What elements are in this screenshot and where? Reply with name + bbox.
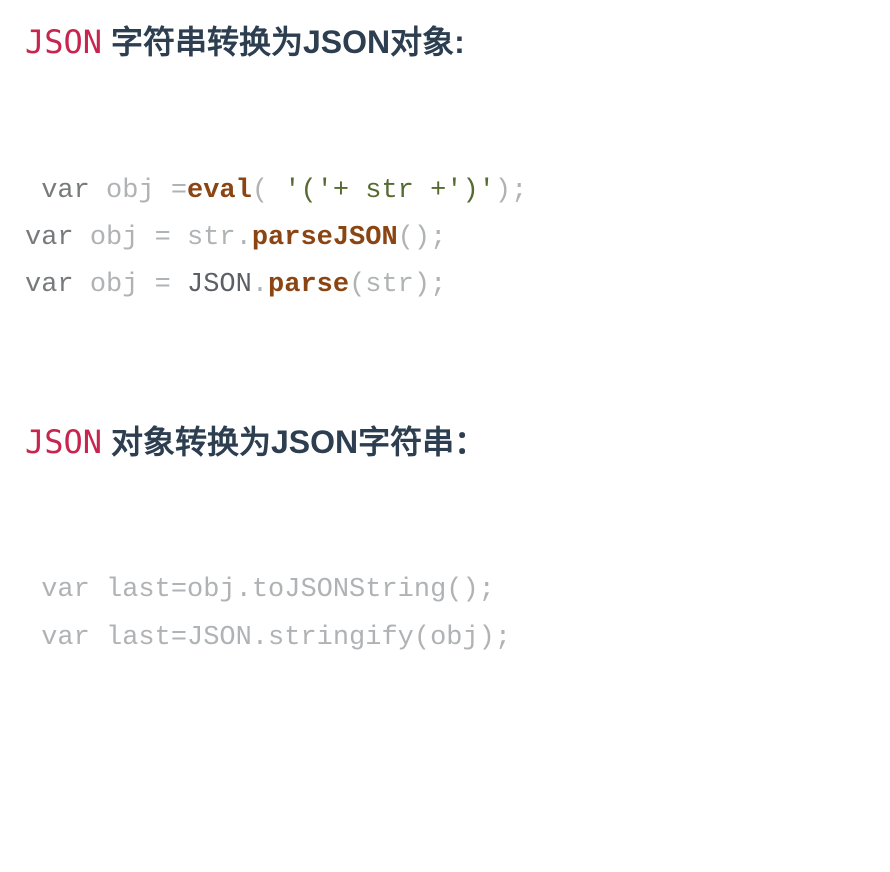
section1-heading: JSON 字符串转换为JSON对象: <box>25 20 865 68</box>
code-line: var obj = str.parseJSON(); <box>25 215 865 262</box>
code-block-2: var last=obj.toJSONString(); var last=JS… <box>25 567 865 662</box>
code-block-1: var obj =eval( '('+ str +')'); var obj =… <box>25 168 865 310</box>
json-keyword: JSON <box>25 23 102 61</box>
section1-title: 字符串转换为JSON对象: <box>102 24 465 60</box>
section2-heading: JSON 对象转换为JSON字符串： <box>25 420 865 468</box>
code-line: var obj = JSON.parse(str); <box>25 262 865 309</box>
code-line: var last=obj.toJSONString(); <box>25 567 865 614</box>
section2-title: 对象转换为JSON字符串： <box>102 424 486 460</box>
code-line: var obj =eval( '('+ str +')'); <box>25 168 865 215</box>
code-line: var last=JSON.stringify(obj); <box>25 615 865 662</box>
json-keyword: JSON <box>25 423 102 461</box>
